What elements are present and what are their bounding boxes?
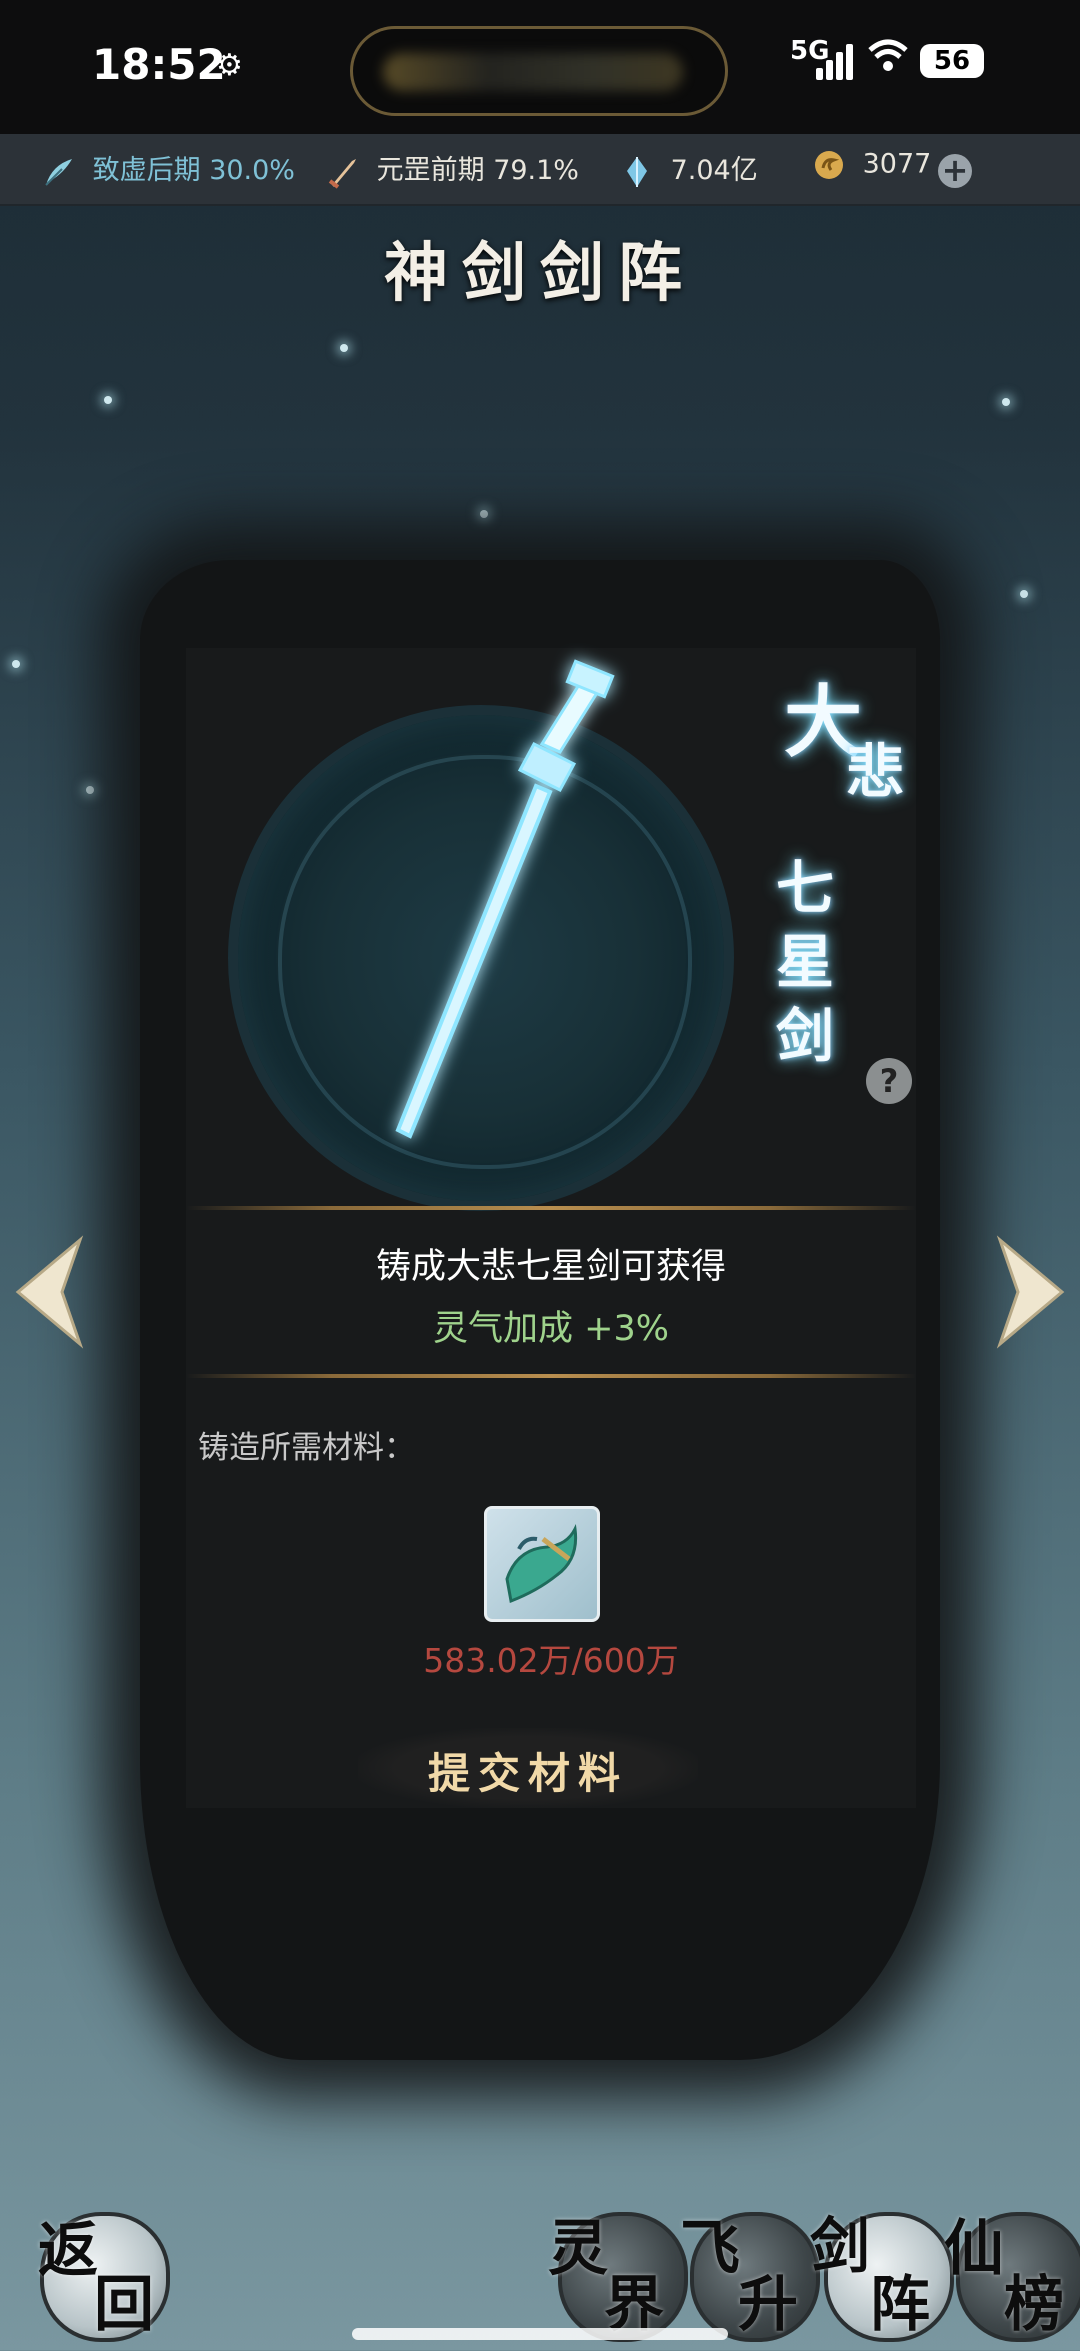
star-decoration — [12, 660, 20, 668]
star-decoration — [1020, 590, 1028, 598]
sword-name-char: 悲 — [846, 738, 905, 806]
home-indicator[interactable] — [352, 2328, 728, 2340]
status-bar: 18:52 ⚙ 5G 56 — [0, 0, 1080, 134]
sword-name-char: 剑 — [776, 1002, 835, 1070]
coin-icon — [815, 151, 843, 179]
dragon-medallion — [228, 705, 734, 1211]
divider — [186, 1374, 916, 1378]
material-item[interactable] — [484, 1506, 600, 1622]
star-decoration — [340, 344, 348, 352]
page-title: 神剑剑阵 — [384, 236, 696, 311]
settings-gear-icon: ⚙ — [216, 48, 243, 83]
dynamic-island — [350, 26, 728, 116]
signal-bars-icon — [816, 40, 856, 80]
sword-name-char: 七 — [776, 854, 835, 922]
add-currency-button[interactable]: + — [938, 154, 972, 188]
spirit-realm-char: 灵 — [548, 2214, 608, 2284]
reward-title: 铸成大悲七星剑可获得 — [375, 1247, 726, 1287]
materials-label: 铸造所需材料： — [198, 1430, 415, 1466]
help-button[interactable]: ? — [866, 1058, 912, 1104]
sword-array-char: 阵 — [870, 2270, 930, 2340]
resource-coin[interactable]: 3077 — [812, 148, 931, 182]
star-decoration — [104, 396, 112, 404]
battery-indicator: 56 — [920, 44, 984, 78]
clock: 18:52 — [92, 40, 226, 89]
sword-icon — [328, 158, 356, 189]
next-arrow-icon[interactable] — [990, 1232, 1070, 1352]
back-char: 返 — [38, 2216, 98, 2286]
immortal-rank-char: 仙 — [944, 2214, 1004, 2284]
crystal-icon — [627, 156, 647, 187]
ascend-char: 升 — [738, 2270, 798, 2340]
ascend-char: 飞 — [680, 2214, 740, 2284]
star-decoration — [480, 510, 488, 518]
jade-fragment-icon — [505, 1523, 578, 1604]
resource-bar: 致虚后期 30.0% 元罡前期 79.1% 7.04亿 3077 — [0, 134, 1080, 206]
prev-arrow-icon[interactable] — [10, 1232, 90, 1352]
reward-bonus: 灵气加成 +3% — [433, 1309, 669, 1349]
feather-icon — [45, 158, 72, 186]
sword-array-char: 剑 — [810, 2212, 870, 2282]
submit-materials-button[interactable]: 提交材料 — [358, 1728, 698, 1808]
divider — [186, 1206, 916, 1210]
wifi-icon — [866, 36, 910, 86]
material-count: 583.02万/600万 — [423, 1641, 679, 1680]
sword-name-char: 星 — [776, 928, 835, 996]
resource-crystal[interactable]: 7.04亿 — [620, 148, 758, 189]
star-decoration — [86, 786, 94, 794]
resource-realm-1[interactable]: 致虚后期 30.0% — [42, 148, 295, 189]
resource-realm-2[interactable]: 元罡前期 79.1% — [326, 148, 579, 189]
back-char: 回 — [94, 2270, 154, 2340]
immortal-rank-char: 榜 — [1004, 2270, 1064, 2340]
star-decoration — [1002, 398, 1010, 406]
